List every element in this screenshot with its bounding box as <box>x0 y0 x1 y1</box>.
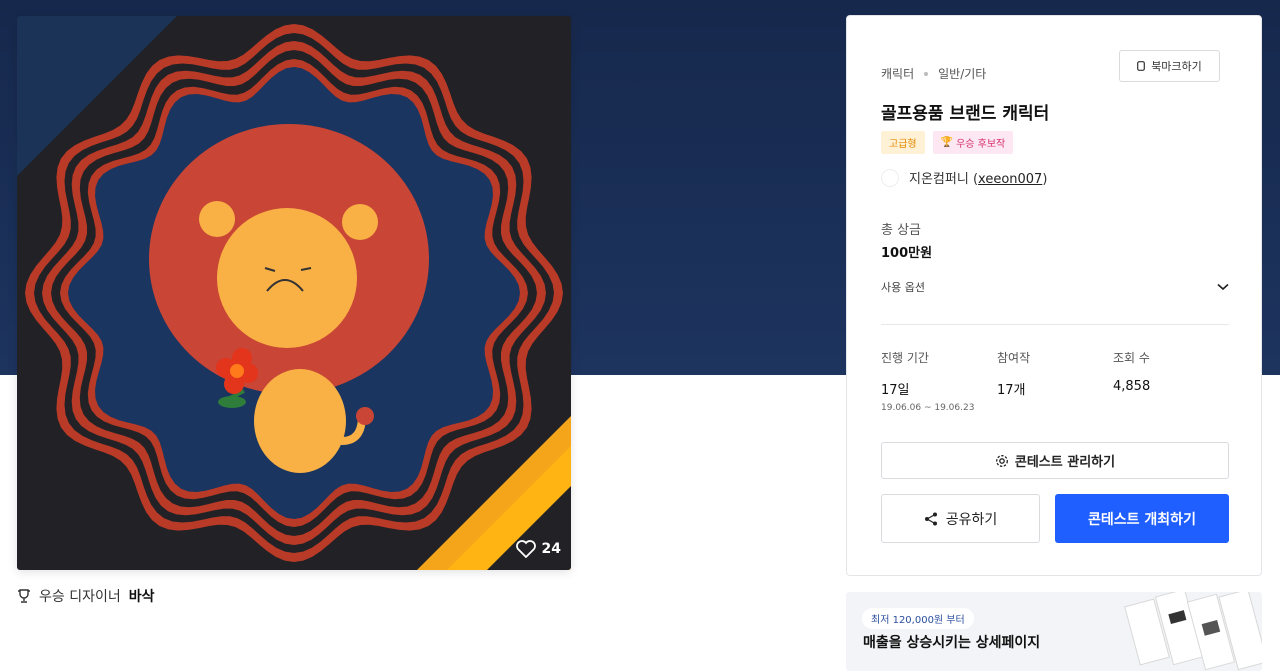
owner-company: 지온컴퍼니 <box>909 172 969 187</box>
gear-icon <box>995 454 1008 467</box>
grade-badge: 고급형 <box>881 131 925 154</box>
stat-views-value: 4,858 <box>1113 379 1151 394</box>
stat-views-label: 조회 수 <box>1113 351 1150 365</box>
prize-value: 100만원 <box>881 246 933 261</box>
contest-info-panel: 캐릭터 일반/기타 북마크하기 골프용품 브랜드 캐릭터 고급형 🏆 우승 후보… <box>846 15 1262 576</box>
bookmark-button[interactable]: 북마크하기 <box>1119 50 1220 82</box>
host-contest-button[interactable]: 콘테스트 개최하기 <box>1055 494 1229 543</box>
stat-duration: 진행 기간 17일 19.06.06 ~ 19.06.23 <box>881 349 974 413</box>
winner-designer-line: 우승 디자이너 바삭 <box>17 586 155 606</box>
share-button[interactable]: 공유하기 <box>881 494 1040 543</box>
lion-character-illustration <box>17 16 571 570</box>
stat-entries-value: 17개 <box>997 383 1026 398</box>
stat-views: 조회 수 4,858 <box>1113 349 1150 394</box>
winner-candidate-badge: 🏆 우승 후보작 <box>932 131 1014 154</box>
stat-duration-label: 진행 기간 <box>881 351 929 365</box>
like-counter[interactable]: 24 <box>515 540 561 558</box>
breadcrumb-separator <box>924 71 929 76</box>
stat-duration-range: 19.06.06 ~ 19.06.23 <box>881 403 975 413</box>
share-label: 공유하기 <box>945 511 998 528</box>
stat-entries-label: 참여작 <box>997 351 1031 365</box>
avatar <box>881 168 899 187</box>
usage-options-label: 사용 옵션 <box>881 281 925 294</box>
promo-price-pill: 최저 120,000원 부터 <box>862 608 974 629</box>
stat-entries: 참여작 17개 <box>997 349 1030 398</box>
bookmark-icon <box>1137 61 1146 71</box>
contest-artwork[interactable]: 24 <box>17 16 571 570</box>
like-count: 24 <box>541 541 561 557</box>
category-breadcrumb: 캐릭터 일반/기타 <box>881 65 986 82</box>
prize-label: 총 상금 <box>881 223 922 238</box>
chevron-down-icon <box>1217 283 1229 291</box>
promo-banner[interactable]: 최저 120,000원 부터 매출을 상승시키는 상세페이지 <box>846 592 1262 671</box>
usage-options-toggle[interactable]: 사용 옵션 <box>881 279 1229 295</box>
promo-headline: 매출을 상승시키는 상세페이지 <box>863 635 1041 651</box>
trophy-icon: 🏆 <box>940 137 954 148</box>
trophy-icon <box>18 588 30 603</box>
manage-contest-button[interactable]: 콘테스트 관리하기 <box>881 442 1229 479</box>
winner-designer-name[interactable]: 바삭 <box>129 586 155 606</box>
heart-icon <box>515 540 536 558</box>
share-icon <box>924 512 937 525</box>
contest-owner[interactable]: 지온컴퍼니 (xeeon007) <box>881 168 1047 187</box>
owner-name: 지온컴퍼니 (xeeon007) <box>909 172 1048 187</box>
subcategory-label[interactable]: 일반/기타 <box>938 65 986 82</box>
badge-row: 고급형 🏆 우승 후보작 <box>881 131 1014 154</box>
manage-contest-label: 콘테스트 관리하기 <box>1014 455 1116 470</box>
contest-title: 골프용품 브랜드 캐릭터 <box>881 104 1050 124</box>
winner-label: 우승 디자이너 <box>39 589 121 605</box>
divider <box>881 324 1229 325</box>
bookmark-label: 북마크하기 <box>1151 60 1202 73</box>
winner-candidate-label: 우승 후보작 <box>956 139 1006 150</box>
owner-username[interactable]: xeeon007 <box>978 172 1042 187</box>
category-label[interactable]: 캐릭터 <box>881 65 914 82</box>
stat-duration-value: 17일 <box>881 383 910 398</box>
promo-page-mockups-image <box>1124 592 1262 671</box>
